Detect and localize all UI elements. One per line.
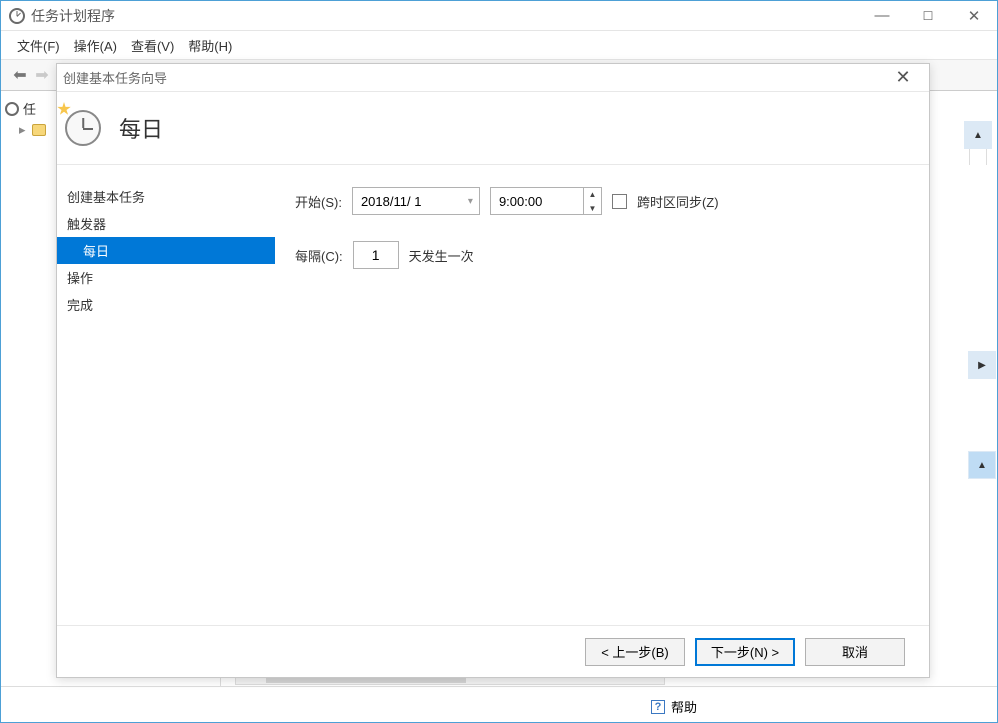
wizard-header: 每日 bbox=[57, 92, 929, 164]
window-controls: — ☐ ✕ bbox=[859, 1, 997, 31]
help-icon: ? bbox=[651, 700, 665, 714]
close-button[interactable]: ✕ bbox=[951, 1, 997, 31]
expander-icon[interactable]: ▸ bbox=[19, 122, 26, 138]
interval-suffix: 天发生一次 bbox=[409, 246, 474, 265]
interval-row: 每隔(C): 1 天发生一次 bbox=[295, 241, 909, 269]
wizard-title: 创建基本任务向导 bbox=[63, 68, 167, 87]
start-row: 开始(S): 2018/11/ 1 ▾ 9:00:00 ▲ ▼ 跨时区同步( bbox=[295, 187, 909, 215]
back-arrow-button[interactable]: ⬅ bbox=[9, 64, 31, 86]
start-date-value: 2018/11/ 1 bbox=[361, 194, 421, 209]
menu-bar: 文件(F) 操作(A) 查看(V) 帮助(H) bbox=[1, 31, 997, 59]
start-date-input[interactable]: 2018/11/ 1 ▾ bbox=[352, 187, 480, 215]
nav-trigger[interactable]: 触发器 bbox=[57, 210, 275, 237]
fwd-arrow-button[interactable]: ➡ bbox=[31, 64, 53, 86]
wizard-buttons: < 上一步(B) 下一步(N) > 取消 bbox=[57, 625, 929, 677]
wizard-nav: 创建基本任务 触发器 每日 操作 完成 bbox=[57, 165, 275, 625]
wizard-close-button[interactable]: ✕ bbox=[883, 67, 923, 88]
task-scheduler-window: 任务计划程序 — ☐ ✕ 文件(F) 操作(A) 查看(V) 帮助(H) ⬅ ➡… bbox=[0, 0, 998, 723]
new-star-icon bbox=[57, 102, 71, 116]
clock-icon bbox=[9, 8, 25, 24]
cancel-button[interactable]: 取消 bbox=[805, 638, 905, 666]
sync-timezone-checkbox[interactable] bbox=[612, 194, 627, 209]
sync-timezone-label: 跨时区同步(Z) bbox=[637, 192, 719, 211]
start-label: 开始(S): bbox=[295, 192, 342, 211]
nav-daily[interactable]: 每日 bbox=[57, 237, 275, 264]
menu-view[interactable]: 查看(V) bbox=[125, 36, 180, 55]
next-button[interactable]: 下一步(N) > bbox=[695, 638, 795, 666]
tree-root-label: 任 bbox=[23, 99, 36, 118]
nav-finish[interactable]: 完成 bbox=[57, 291, 275, 318]
wizard-titlebar: 创建基本任务向导 ✕ bbox=[57, 64, 929, 92]
status-bar: ? 帮助 bbox=[1, 686, 997, 722]
interval-input[interactable]: 1 bbox=[353, 241, 399, 269]
expand-right-button[interactable]: ▶ bbox=[968, 351, 996, 379]
main-titlebar: 任务计划程序 — ☐ ✕ bbox=[1, 1, 997, 31]
scroll-up-button[interactable]: ▲ bbox=[964, 121, 992, 149]
folder-icon bbox=[32, 124, 46, 136]
maximize-button[interactable]: ☐ bbox=[905, 1, 951, 31]
menu-file[interactable]: 文件(F) bbox=[11, 36, 66, 55]
scroll-up-2-button[interactable]: ▲ bbox=[968, 451, 996, 479]
minimize-button[interactable]: — bbox=[859, 1, 905, 31]
date-dropdown-icon[interactable]: ▾ bbox=[468, 196, 473, 207]
start-time-input[interactable]: 9:00:00 ▲ ▼ bbox=[490, 187, 602, 215]
help-label[interactable]: 帮助 bbox=[671, 697, 697, 716]
interval-label: 每隔(C): bbox=[295, 246, 343, 265]
clock-icon bbox=[5, 102, 19, 116]
main-title: 任务计划程序 bbox=[31, 6, 115, 26]
back-button[interactable]: < 上一步(B) bbox=[585, 638, 685, 666]
spin-down-icon[interactable]: ▼ bbox=[584, 201, 601, 215]
spin-up-icon[interactable]: ▲ bbox=[584, 187, 601, 201]
nav-action[interactable]: 操作 bbox=[57, 264, 275, 291]
menu-help[interactable]: 帮助(H) bbox=[182, 36, 238, 55]
wizard-form: 开始(S): 2018/11/ 1 ▾ 9:00:00 ▲ ▼ 跨时区同步( bbox=[275, 165, 929, 625]
time-spinner[interactable]: ▲ ▼ bbox=[583, 187, 601, 215]
right-actions-scroll: ▲ bbox=[960, 121, 996, 165]
nav-create-basic-task[interactable]: 创建基本任务 bbox=[57, 183, 275, 210]
clock-icon bbox=[65, 110, 101, 146]
wizard-body: 创建基本任务 触发器 每日 操作 完成 开始(S): 2018/11/ 1 ▾ … bbox=[57, 164, 929, 625]
create-basic-task-wizard: 创建基本任务向导 ✕ 每日 创建基本任务 触发器 每日 操作 完成 开始(S): bbox=[56, 63, 930, 678]
menu-action[interactable]: 操作(A) bbox=[68, 36, 123, 55]
wizard-step-title: 每日 bbox=[119, 112, 163, 144]
start-time-value: 9:00:00 bbox=[499, 194, 542, 209]
